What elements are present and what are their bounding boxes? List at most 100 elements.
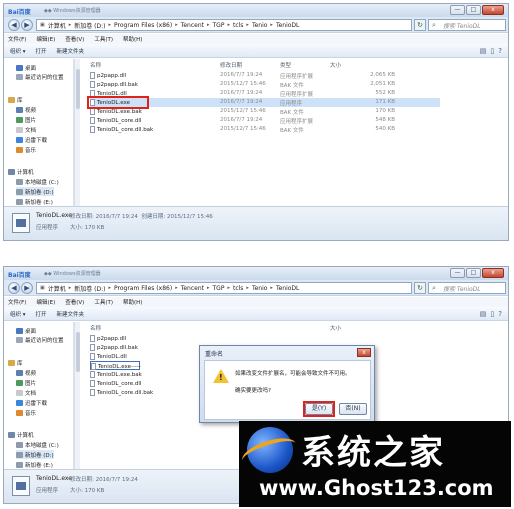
sidebar-item-computer[interactable]: 计算机 (8, 167, 34, 176)
sidebar-item-drive-c[interactable]: 本地磁盘 (C:) (16, 440, 59, 449)
sidebar-item-pictures[interactable]: 图片 (16, 378, 36, 387)
breadcrumb-tencent[interactable]: Tencent (181, 285, 204, 292)
sidebar-item-drive-d[interactable]: 新加卷 (D:) (16, 187, 54, 196)
menu-view[interactable]: 查看(V) (65, 35, 84, 43)
new-folder-button[interactable]: 新建文件夹 (57, 310, 85, 318)
preview-pane-icon[interactable]: ▯ (490, 310, 494, 318)
video-icon (16, 369, 23, 376)
menu-file[interactable]: 文件(F) (8, 298, 26, 306)
sidebar-item-recent[interactable]: 最近访问的位置 (16, 72, 64, 81)
address-bar[interactable]: ▣ 计算机 ▸ 新加卷 (D:) ▸ Program Files (x86) ▸ Te… (36, 19, 412, 31)
back-arrow-icon[interactable]: ◀ (8, 282, 20, 294)
breadcrumb-teniodl[interactable]: TenioDL (276, 22, 299, 29)
sidebar-scrollbar[interactable] (74, 59, 80, 207)
sidebar-item-libraries[interactable]: 库 (8, 95, 23, 104)
sidebar-item-documents[interactable]: 文档 (16, 125, 36, 134)
view-options-icon[interactable]: ▤ (480, 310, 487, 318)
forward-arrow-icon[interactable]: ▶ (21, 19, 33, 31)
maximize-button[interactable]: □ (466, 5, 481, 15)
breadcrumb-computer[interactable]: 计算机 (48, 284, 66, 293)
breadcrumb-tcls[interactable]: tcls (233, 22, 243, 29)
sidebar-item-recent[interactable]: 最近访问的位置 (16, 335, 64, 344)
menu-edit[interactable]: 编辑(E) (36, 298, 55, 306)
new-folder-button[interactable]: 新建文件夹 (57, 47, 85, 55)
close-button[interactable]: x (482, 268, 504, 278)
column-header-type[interactable]: 类型 (280, 61, 291, 69)
view-options-icon[interactable]: ▤ (480, 47, 487, 55)
search-input[interactable]: ⌕ 搜索 TenioDL (428, 19, 506, 31)
menu-tools[interactable]: 工具(T) (94, 35, 113, 43)
sidebar-item-desktop[interactable]: 桌面 (16, 326, 36, 335)
table-row[interactable]: p2papp.dll.bak 2015/12/7 15:46 BAK 文件 2,051… (90, 80, 440, 89)
no-button[interactable]: 否(N) (339, 403, 367, 415)
column-header-date[interactable]: 修改日期 (220, 61, 242, 69)
minimize-button[interactable]: — (450, 5, 465, 15)
sidebar-item-videos[interactable]: 视频 (16, 105, 36, 114)
sidebar-scrollbar[interactable] (74, 322, 80, 470)
table-row[interactable]: TenioDL_core.dll 2016/7/7 19:24 应用程序扩展 548 … (90, 116, 440, 125)
menu-help[interactable]: 帮助(H) (123, 298, 142, 306)
menu-help[interactable]: 帮助(H) (123, 35, 142, 43)
breadcrumb-tencent[interactable]: Tencent (181, 22, 204, 29)
sidebar-item-computer[interactable]: 计算机 (8, 430, 34, 439)
refresh-icon[interactable]: ↻ (414, 19, 426, 31)
recent-places-icon (16, 336, 23, 343)
sidebar-item-drive-e[interactable]: 新加卷 (E:) (16, 197, 53, 206)
breadcrumb-tgp[interactable]: TGP (213, 22, 225, 29)
sidebar-item-thunder[interactable]: 迅雷下载 (16, 398, 47, 407)
menu-edit[interactable]: 编辑(E) (36, 35, 55, 43)
library-icon (8, 359, 15, 366)
sidebar-item-drive-e[interactable]: 新加卷 (E:) (16, 460, 53, 469)
scrollbar-thumb[interactable] (76, 332, 80, 372)
table-row[interactable]: p2papp.dll 2016/7/7 19:24 应用程序扩展 2,065 KB (90, 71, 440, 80)
maximize-button[interactable]: □ (466, 268, 481, 278)
menu-view[interactable]: 查看(V) (65, 298, 84, 306)
sidebar-item-documents[interactable]: 文档 (16, 388, 36, 397)
sidebar-item-thunder[interactable]: 迅雷下载 (16, 135, 47, 144)
preview-pane-icon[interactable]: ▯ (490, 47, 494, 55)
sidebar-item-drive-d[interactable]: 新加卷 (D:) (16, 450, 54, 459)
sidebar-item-drive-c[interactable]: 本地磁盘 (C:) (16, 177, 59, 186)
breadcrumb-drive[interactable]: 新加卷 (D:) (74, 21, 105, 30)
breadcrumb-computer[interactable]: 计算机 (48, 21, 66, 30)
back-arrow-icon[interactable]: ◀ (8, 19, 20, 31)
organize-button[interactable]: 组织 ▾ (10, 310, 26, 318)
breadcrumb-teniodl[interactable]: TenioDL (276, 285, 299, 292)
scrollbar-thumb[interactable] (76, 69, 80, 109)
search-input[interactable]: ⌕ 搜索 TenioDL (428, 282, 506, 294)
sidebar-item-desktop[interactable]: 桌面 (16, 63, 36, 72)
open-button[interactable]: 打开 (36, 310, 47, 318)
sidebar-item-videos[interactable]: 视频 (16, 368, 36, 377)
breadcrumb-tenio[interactable]: Tenio (252, 22, 267, 29)
organize-button[interactable]: 组织 ▾ (10, 47, 26, 55)
rename-dialog: 重命名 x ! 如果改变文件扩展名，可能会导致文件不可用。 确实要更改吗? 是(… (199, 345, 375, 423)
breadcrumb-tgp[interactable]: TGP (213, 285, 225, 292)
breadcrumb-program-files[interactable]: Program Files (x86) (114, 285, 172, 292)
column-header-name[interactable]: 名称 (90, 61, 101, 69)
open-button[interactable]: 打开 (36, 47, 47, 55)
column-header-size[interactable]: 大小 (330, 61, 341, 69)
menu-file[interactable]: 文件(F) (8, 35, 26, 43)
breadcrumb-tcls[interactable]: tcls (233, 285, 243, 292)
table-row[interactable]: TenioDL_core.dll.bak 2015/12/7 15:46 BAK 文… (90, 125, 440, 134)
address-bar[interactable]: ▣ 计算机 ▸ 新加卷 (D:) ▸ Program Files (x86) ▸ Te… (36, 282, 412, 294)
minimize-button[interactable]: — (450, 268, 465, 278)
table-row[interactable]: p2papp.dll (90, 334, 440, 343)
breadcrumb-tenio[interactable]: Tenio (252, 285, 267, 292)
sidebar-item-music[interactable]: 音乐 (16, 145, 36, 154)
dialog-close-icon[interactable]: x (357, 348, 371, 357)
help-icon[interactable]: ? (498, 47, 502, 55)
sidebar-item-pictures[interactable]: 图片 (16, 115, 36, 124)
help-icon[interactable]: ? (498, 310, 502, 318)
column-header-size[interactable]: 大小 (330, 324, 341, 332)
menu-tools[interactable]: 工具(T) (94, 298, 113, 306)
sidebar-item-music[interactable]: 音乐 (16, 408, 36, 417)
forward-arrow-icon[interactable]: ▶ (21, 282, 33, 294)
close-button[interactable]: x (482, 5, 504, 15)
refresh-icon[interactable]: ↻ (414, 282, 426, 294)
sidebar-item-libraries[interactable]: 库 (8, 358, 23, 367)
breadcrumb-drive[interactable]: 新加卷 (D:) (74, 284, 105, 293)
breadcrumb-program-files[interactable]: Program Files (x86) (114, 22, 172, 29)
rename-input[interactable]: TenioDL.exe----- (90, 361, 141, 370)
column-header-name[interactable]: 名称 (90, 324, 101, 332)
